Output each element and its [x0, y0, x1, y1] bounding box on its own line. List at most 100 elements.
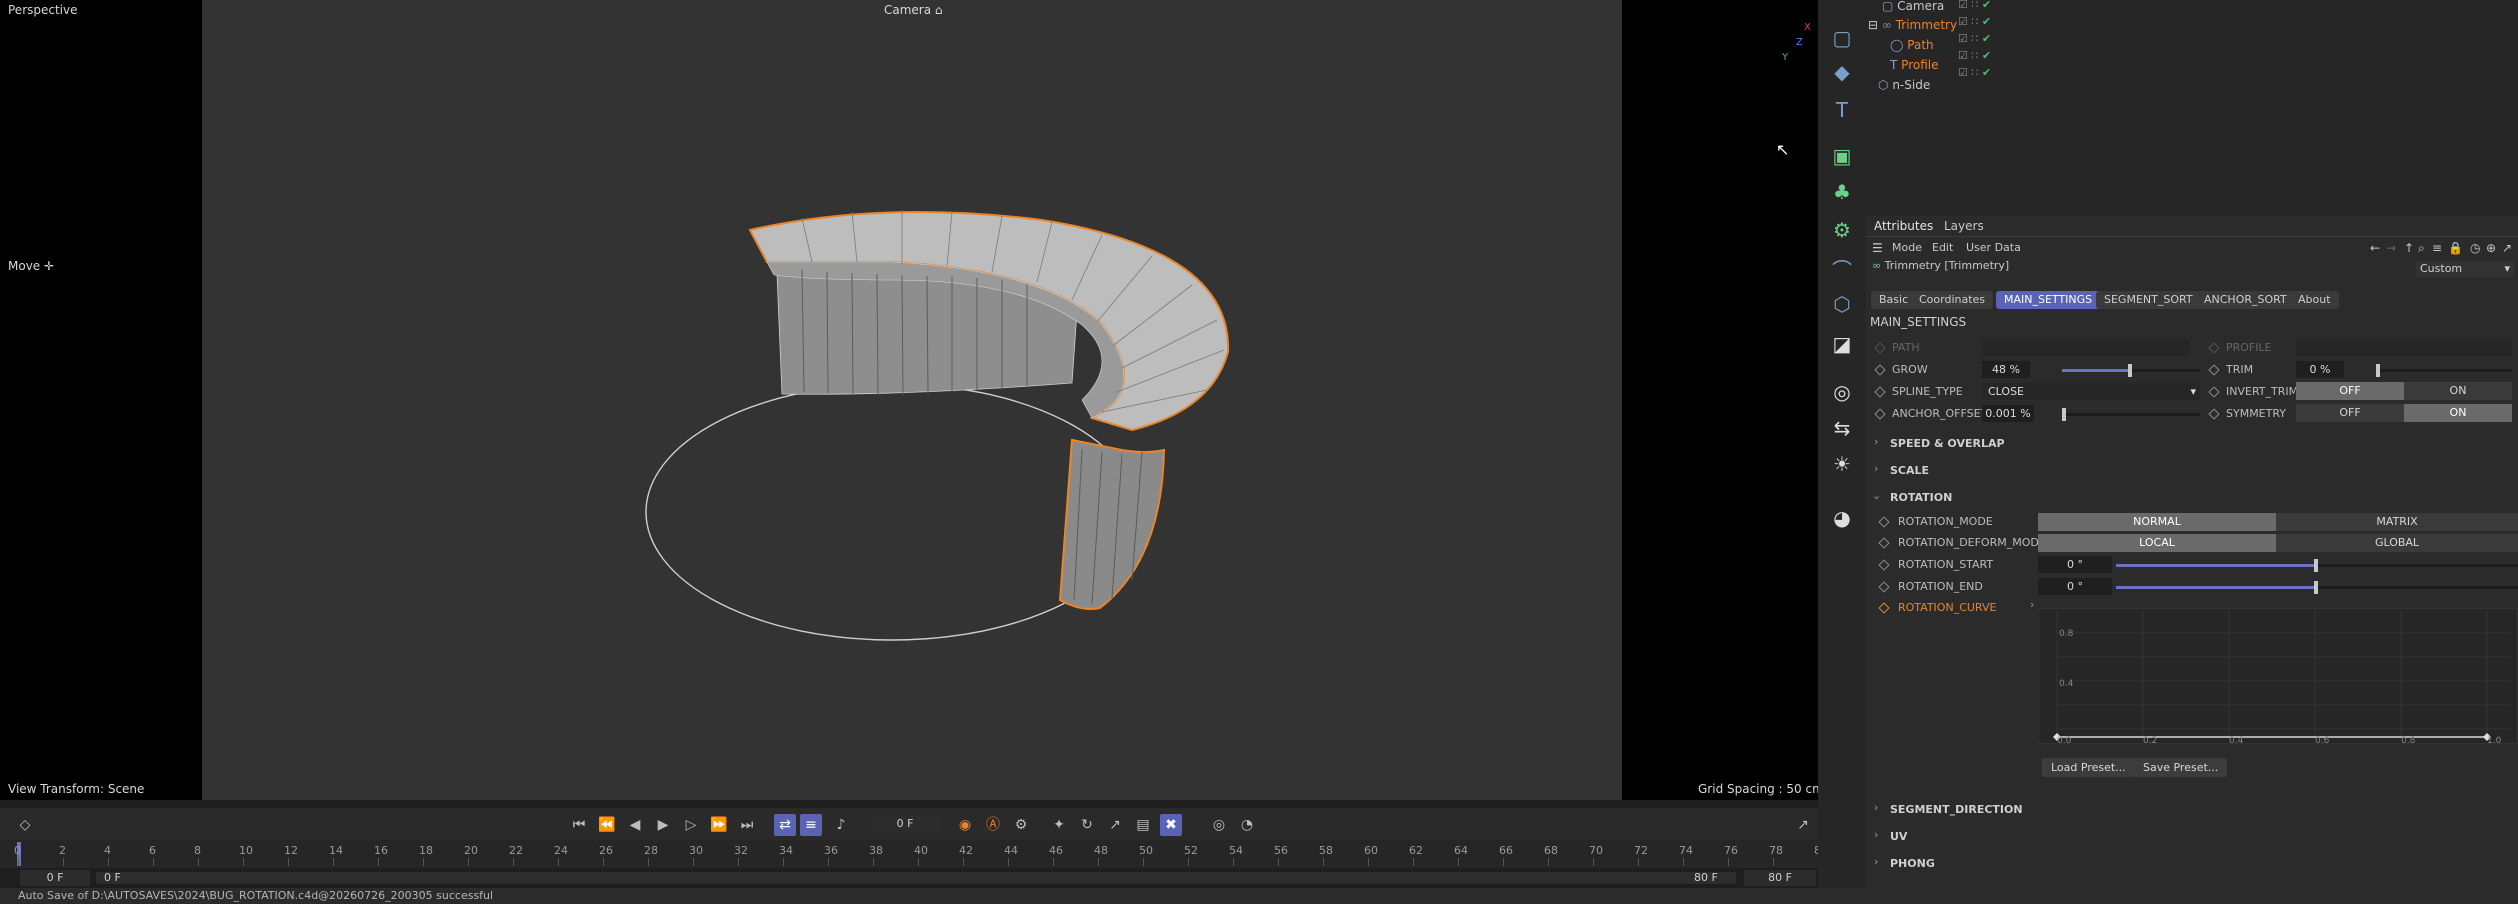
text-icon[interactable]: T — [1828, 96, 1856, 124]
camera-tool-icon[interactable]: ◕ — [1828, 504, 1856, 532]
history-icon[interactable]: ◷ — [2470, 238, 2480, 258]
object-row-camera[interactable]: ▢ Camera — [1882, 0, 1944, 15]
keyframe-dot-icon[interactable] — [1874, 364, 1886, 376]
hamburger-icon[interactable]: ☰ — [1872, 238, 1883, 258]
tab-segment-sort[interactable]: SEGMENT_SORT — [2096, 291, 2201, 309]
anchor-offset-handle[interactable] — [2062, 408, 2066, 421]
visibility-icon[interactable]: ☑ ∷ ✔ — [1958, 49, 1991, 62]
keyframe-dot-icon[interactable] — [1874, 408, 1886, 420]
range-start-field[interactable]: 0 F — [20, 870, 90, 886]
object-row-path[interactable]: ◯ Path — [1890, 36, 1934, 54]
chevron-right-icon[interactable]: › — [1874, 462, 1878, 475]
group-uv[interactable]: UV — [1890, 830, 1907, 843]
current-frame-field[interactable]: 0 F — [870, 816, 940, 832]
keyframe-icon[interactable]: ◇ — [14, 814, 36, 836]
null-object-icon[interactable]: ▢ — [1828, 24, 1856, 52]
group-rotation[interactable]: ROTATION — [1890, 491, 1952, 504]
range-end-field[interactable]: 80 F — [1744, 870, 1816, 886]
deformer-icon[interactable]: ⚙ — [1828, 216, 1856, 244]
visibility-icon[interactable]: ☑ ∷ ✔ — [1958, 15, 1991, 28]
anchor-offset-slider[interactable] — [2062, 408, 2200, 421]
fps-icon[interactable]: ≡ — [800, 814, 822, 836]
expand-icon[interactable]: ↗ — [2502, 238, 2512, 258]
param-anchor-offset-field[interactable]: 0.001 % — [1982, 405, 2034, 422]
prev-frame-icon[interactable]: ◀ — [624, 814, 646, 836]
visibility-icon[interactable]: ☑ ∷ ✔ — [1958, 0, 1991, 11]
chevron-down-icon[interactable]: ⌄ — [1872, 489, 1881, 502]
spline-type-dropdown[interactable]: CLOSE ▾ — [1982, 383, 2200, 400]
param-path-field[interactable] — [1982, 339, 2190, 356]
play-icon[interactable]: ▶ — [652, 814, 674, 836]
tab-attributes[interactable]: Attributes — [1874, 216, 1933, 236]
tab-basic[interactable]: Basic — [1871, 291, 1917, 309]
object-row-n-side[interactable]: ⬡ n-Side — [1878, 76, 1930, 94]
check-icon[interactable]: ✔ — [1982, 32, 1991, 45]
chevron-right-icon[interactable]: › — [1874, 855, 1878, 868]
keyframe-dot-icon[interactable] — [1878, 581, 1890, 593]
next-frame-icon[interactable]: ▷ — [680, 814, 702, 836]
invert-trim-off[interactable]: OFF — [2296, 382, 2404, 400]
param-trim-field[interactable]: 0 % — [2296, 361, 2344, 378]
motion-icon[interactable]: ◎ — [1208, 814, 1230, 836]
camera-label[interactable]: Camera ⌂ — [884, 3, 943, 17]
nav-up-icon[interactable]: ↑ — [2404, 238, 2414, 258]
key-position-icon[interactable]: ✦ — [1048, 814, 1070, 836]
field-icon[interactable]: ◪ — [1828, 330, 1856, 358]
symmetry-off[interactable]: OFF — [2296, 404, 2404, 422]
search-icon[interactable]: ⌕ — [2418, 238, 2425, 258]
chevron-right-icon[interactable]: › — [1874, 828, 1878, 841]
visibility-icon[interactable]: ☑ ∷ ✔ — [1958, 66, 1991, 79]
keyframe-dot-icon[interactable] — [2208, 386, 2220, 398]
nav-back-icon[interactable]: ← — [2370, 238, 2380, 258]
object-row-trimmetry[interactable]: ⊟ ∞ Trimmetry — [1868, 16, 1957, 34]
range-min-field[interactable]: 0 F — [100, 870, 150, 886]
visibility-icon[interactable]: ☑ ∷ ✔ — [1958, 32, 1991, 45]
lock-icon[interactable]: 🔒 — [2448, 238, 2463, 258]
fcurve-icon[interactable]: ↗ — [1792, 814, 1814, 836]
keyframe-settings-icon[interactable]: ⚙ — [1010, 814, 1032, 836]
keyframe-dot-icon[interactable] — [1878, 602, 1890, 614]
range-slider[interactable] — [96, 872, 1736, 884]
keyframe-dot-icon[interactable] — [2208, 364, 2220, 376]
next-key-icon[interactable]: ⏩ — [708, 814, 730, 836]
chevron-right-icon[interactable]: › — [1874, 801, 1878, 814]
trim-slider-handle[interactable] — [2376, 364, 2380, 377]
tab-coordinates[interactable]: Coordinates — [1911, 291, 1994, 309]
light-icon[interactable]: ☀ — [1828, 450, 1856, 478]
go-to-start-icon[interactable]: ⏮ — [568, 814, 590, 836]
filter-icon[interactable]: ≡ — [2432, 238, 2442, 258]
preset-dropdown[interactable]: Custom ▾ — [2416, 261, 2514, 277]
param-grow-field[interactable]: 48 % — [1982, 361, 2030, 378]
save-preset-button[interactable]: Save Preset... — [2134, 758, 2228, 777]
environment-icon[interactable]: ◎ — [1828, 378, 1856, 406]
keyframe-dot-icon[interactable] — [2208, 408, 2220, 420]
menu-edit[interactable]: Edit — [1932, 238, 1953, 258]
keyframe-dot-icon[interactable] — [1874, 342, 1886, 354]
check-icon[interactable]: ✔ — [1982, 15, 1991, 28]
param-rotation-end-field[interactable]: 0 ° — [2038, 578, 2112, 595]
invert-trim-on[interactable]: ON — [2404, 382, 2512, 400]
keyframe-dot-icon[interactable] — [1878, 559, 1890, 571]
grow-slider-handle[interactable] — [2128, 364, 2133, 377]
scene-icon[interactable]: ⇆ — [1828, 414, 1856, 442]
dope-icon[interactable]: ◔ — [1236, 814, 1258, 836]
prev-key-icon[interactable]: ⏪ — [596, 814, 618, 836]
object-row-profile[interactable]: T Profile — [1890, 56, 1938, 74]
range-max-field[interactable]: 80 F — [1690, 870, 1738, 886]
group-scale[interactable]: SCALE — [1890, 464, 1929, 477]
viewport-name[interactable]: Perspective — [8, 3, 78, 17]
spline-pen-icon[interactable]: ⌒ — [1828, 256, 1856, 284]
key-pla-icon[interactable]: ✖ — [1160, 814, 1182, 836]
keyframe-dot-icon[interactable] — [2208, 342, 2220, 354]
tab-about[interactable]: About — [2290, 291, 2339, 309]
rotation-end-slider[interactable] — [2116, 581, 2518, 594]
menu-mode[interactable]: Mode — [1892, 238, 1922, 258]
rotation-curve-editor[interactable]: 0.8 0.4 0.0 0.2 0.4 0.6 0.8 1.0 — [2038, 608, 2518, 746]
trim-slider[interactable] — [2376, 364, 2512, 377]
rotation-deform-global[interactable]: GLOBAL — [2276, 534, 2518, 552]
check-icon[interactable]: ✔ — [1982, 0, 1991, 11]
cube-icon[interactable]: ◆ — [1828, 58, 1856, 86]
group-speed-overlap[interactable]: SPEED & OVERLAP — [1890, 437, 2005, 450]
check-icon[interactable]: ✔ — [1982, 66, 1991, 79]
param-rotation-start-field[interactable]: 0 ° — [2038, 556, 2112, 573]
